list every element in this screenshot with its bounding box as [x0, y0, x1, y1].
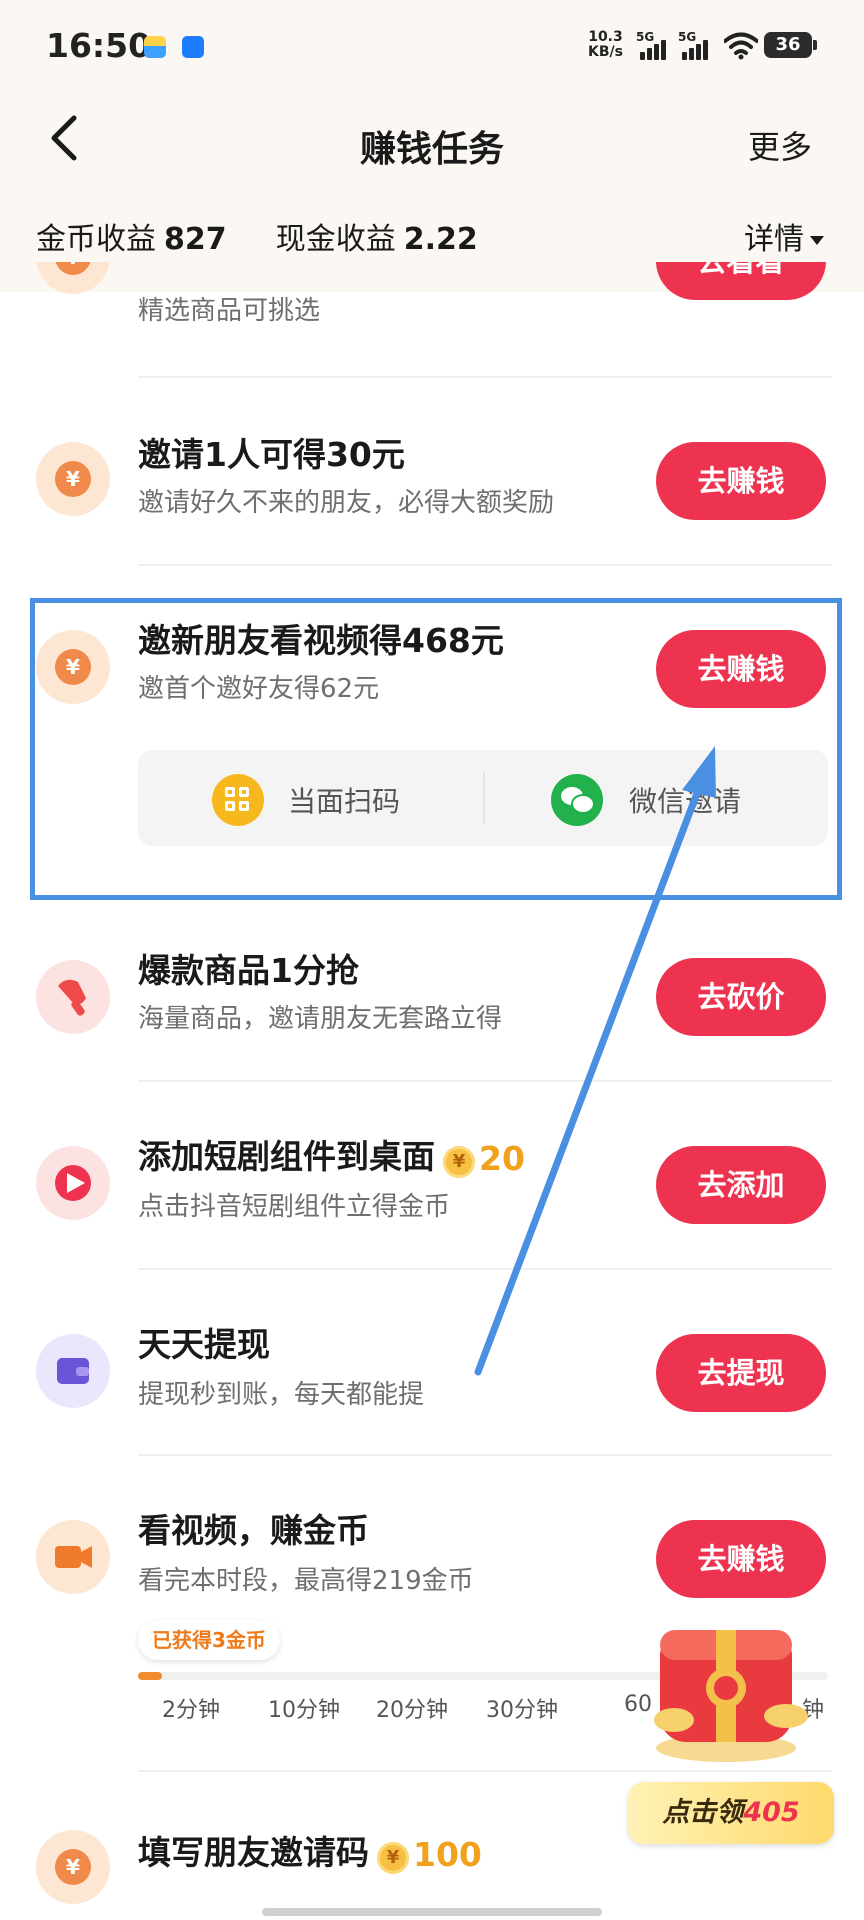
share-wechat[interactable]: 微信邀请 — [483, 750, 828, 846]
progress-tick: 30分钟 — [486, 1698, 558, 1723]
wechat-icon — [551, 774, 603, 826]
wallet-icon — [36, 1334, 110, 1408]
coin-earnings-label: 金币收益 — [36, 222, 156, 257]
coin-icon — [36, 442, 110, 516]
coin-reward: ¥100 — [377, 1835, 482, 1874]
notification-app-icon — [144, 36, 166, 58]
share-option-label: 微信邀请 — [629, 785, 742, 818]
status-time: 16:50 — [46, 26, 152, 65]
task-subtitle: 精选商品可挑选 — [138, 296, 321, 326]
share-options: 当面扫码 微信邀请 — [138, 750, 828, 846]
go-look-button[interactable]: 去看看 — [656, 262, 826, 300]
page-title: 赚钱任务 — [359, 129, 504, 170]
video-camera-icon — [36, 1520, 110, 1594]
task-title: 邀新朋友看视频得468元 — [138, 621, 504, 660]
wifi-icon — [724, 32, 758, 60]
caret-down-icon — [810, 236, 824, 245]
task-title: 看视频，赚金币 — [138, 1511, 369, 1550]
home-indicator[interactable] — [262, 1908, 602, 1916]
network-speed: 10.3 KB/s — [588, 29, 623, 60]
task-item: 邀请1人可得30元 邀请好久不来的朋友，必得大额奖励 去赚钱 — [0, 412, 864, 552]
withdraw-button[interactable]: 去提现 — [656, 1334, 826, 1412]
battery-icon: 36 — [764, 32, 817, 58]
task-subtitle: 邀首个邀好友得62元 — [138, 674, 380, 704]
divider — [138, 1770, 832, 1772]
earn-money-button[interactable]: 去赚钱 — [656, 442, 826, 520]
short-drama-icon — [36, 1146, 110, 1220]
watch-progress-fill — [138, 1672, 163, 1680]
task-title: 爆款商品1分抢 — [138, 951, 359, 990]
task-title: 天天提现 — [138, 1325, 270, 1364]
details-dropdown[interactable]: 详情 — [744, 214, 824, 258]
cleaver-icon — [36, 960, 110, 1034]
cash-earnings-label: 现金收益 — [275, 222, 396, 257]
divider — [138, 376, 832, 378]
task-item: 邀新朋友看视频得468元 邀首个邀好友得62元 去赚钱 当面扫码 微信邀请 — [0, 600, 864, 900]
divider — [138, 1454, 832, 1456]
more-button[interactable]: 更多 — [748, 122, 812, 168]
task-subtitle: 提现秒到账，每天都能提 — [138, 1380, 425, 1410]
coin-icon — [36, 1830, 110, 1904]
coin-icon: ¥ — [377, 1842, 409, 1874]
treasure-chest-icon[interactable] — [636, 1608, 816, 1768]
task-subtitle: 点击抖音短剧组件立得金币 — [138, 1192, 451, 1222]
progress-tick: 10分钟 — [268, 1698, 340, 1723]
share-option-label: 当面扫码 — [288, 785, 401, 818]
coin-icon: ¥ — [443, 1146, 475, 1178]
task-item: 爆款商品1分抢 海量商品，邀请朋友无套路立得 去砍价 — [0, 928, 864, 1068]
divider — [138, 564, 832, 566]
coin-icon — [36, 262, 110, 294]
bargain-button[interactable]: 去砍价 — [656, 958, 826, 1036]
task-subtitle: 海量商品，邀请朋友无套路立得 — [138, 1004, 503, 1034]
task-subtitle: 看完本时段，最高得219金币 — [138, 1566, 474, 1596]
divider — [138, 1268, 832, 1270]
progress-tick: 20分钟 — [376, 1698, 448, 1723]
cellular-signal-icon: 5G — [636, 30, 670, 62]
earnings-summary: 金币收益 827 现金收益 2.22 — [36, 214, 478, 258]
share-qr-scan[interactable]: 当面扫码 — [138, 750, 483, 846]
task-item: 精选商品可挑选 去看看 — [0, 262, 864, 372]
add-widget-button[interactable]: 去添加 — [656, 1146, 826, 1224]
task-title: 添加短剧组件到桌面 ¥20 — [138, 1137, 525, 1178]
status-bar: 16:50 10.3 KB/s 5G 5G 36 — [0, 0, 864, 92]
cellular-signal-icon: 5G — [678, 30, 712, 62]
progress-tick: 2分钟 — [162, 1698, 220, 1723]
earned-coins-badge: 已获得3金币 — [138, 1620, 280, 1660]
task-title: 邀请1人可得30元 — [138, 435, 405, 474]
task-title: 填写朋友邀请码 ¥100 — [138, 1833, 482, 1874]
qr-scan-icon — [212, 774, 264, 826]
earn-money-button[interactable]: 去赚钱 — [656, 1520, 826, 1598]
claim-reward-button[interactable]: 点击领405 — [628, 1782, 834, 1844]
divider — [138, 1080, 832, 1082]
coin-reward: ¥20 — [443, 1139, 525, 1178]
task-item: 添加短剧组件到桌面 ¥20 点击抖音短剧组件立得金币 去添加 — [0, 1116, 864, 1256]
coin-icon — [36, 630, 110, 704]
task-subtitle: 邀请好久不来的朋友，必得大额奖励 — [138, 488, 555, 518]
earn-money-button[interactable]: 去赚钱 — [656, 630, 826, 708]
notification-app-icon — [182, 36, 204, 58]
coin-earnings-value: 827 — [164, 222, 227, 257]
task-item: 天天提现 提现秒到账，每天都能提 去提现 — [0, 1304, 864, 1444]
cash-earnings-value: 2.22 — [403, 222, 478, 257]
